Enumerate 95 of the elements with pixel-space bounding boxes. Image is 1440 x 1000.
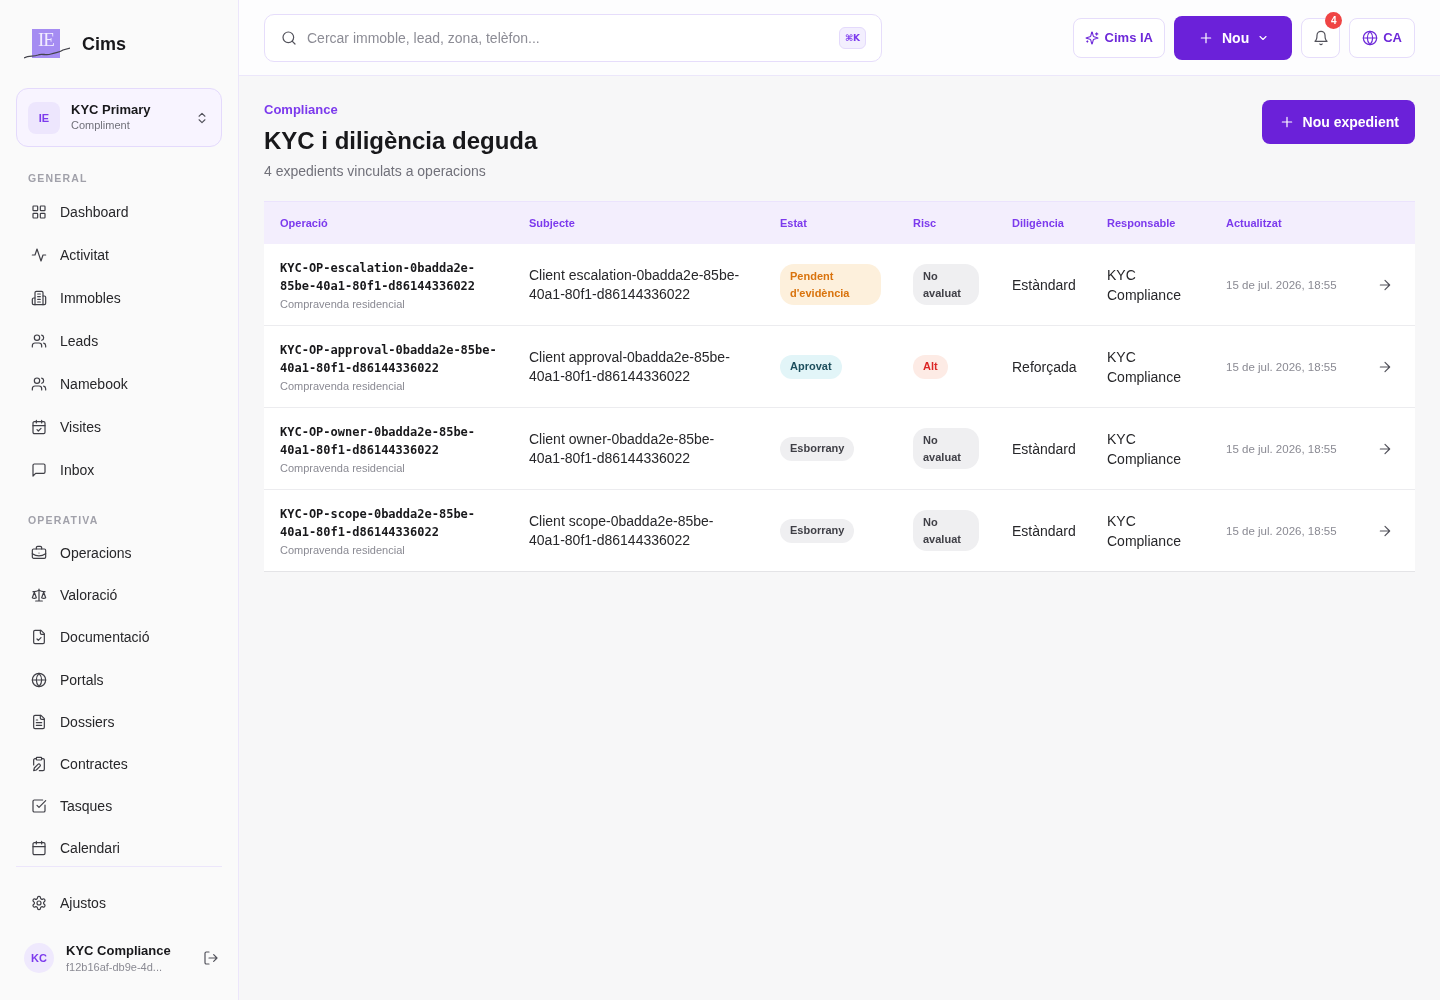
operation-type: Compravenda residencial (280, 462, 406, 474)
notification-count: 4 (1325, 11, 1343, 29)
pulse-icon (31, 246, 47, 263)
calendar-check-icon (31, 418, 47, 435)
new-case-button[interactable]: Nou expedient (1261, 100, 1415, 144)
nav-item[interactable]: Tasques (16, 785, 222, 828)
page-title: KYC i diligència deguda (264, 126, 538, 156)
calendar-icon (31, 840, 47, 857)
column-header: Responsable (1091, 201, 1210, 244)
nav-item[interactable]: Contractes (16, 742, 222, 786)
status-badge: Aprovat (780, 354, 842, 379)
table-cell: 15 de jul. 2026, 18:55 (1210, 407, 1360, 490)
chat-icon (31, 461, 47, 478)
risk-badge: No avaluat (913, 264, 979, 305)
globe-icon (31, 671, 47, 688)
table-cell: Estàndard (996, 407, 1091, 490)
check-square-icon (31, 798, 47, 815)
page-eyebrow: Compliance (264, 102, 339, 118)
workspace-avatar: IE (28, 101, 60, 134)
column-header: Operació (264, 201, 513, 244)
search-icon (281, 29, 297, 46)
nav-item[interactable]: Documentació (16, 616, 222, 659)
operation-type: Compravenda residencial (280, 298, 406, 310)
risk-badge: No avaluat (913, 428, 979, 469)
nav-item[interactable]: Visites (16, 405, 222, 448)
column-header: Estat (764, 201, 897, 244)
sparkles-icon (1084, 30, 1099, 45)
operation-code: KYC-OP-escalation-0badda2e-85be-40a1-80f1-d86144336022 (280, 260, 477, 295)
operation-type: Compravenda residencial (280, 380, 406, 392)
status-badge: Esborrany (780, 518, 855, 543)
table-cell: Reforçada (996, 325, 1091, 408)
new-button[interactable]: Nou (1174, 15, 1293, 60)
page-subtitle: 4 expedients vinculats a operacions (264, 162, 487, 180)
table-cell: Client escalation-0badda2e-85be-40a1-80f1-d86144336022 (513, 244, 764, 326)
risk-badge: No avaluat (913, 510, 979, 551)
building-icon (31, 289, 47, 306)
operation-code: KYC-OP-approval-0badda2e-85be-40a1-80f1-d86144336022 (280, 342, 498, 377)
logout-icon[interactable] (202, 949, 219, 966)
clipboard-pen-icon (31, 756, 47, 773)
nav-item[interactable]: Activitat (16, 233, 222, 276)
globe-icon (1362, 29, 1379, 46)
scale-icon (31, 587, 47, 604)
table-cell: KYC Compliance (1091, 325, 1210, 408)
section-label: OPERATIVA (27, 513, 100, 527)
user-name: KYC Compliance (66, 942, 171, 958)
users-icon (31, 375, 47, 392)
table-cell: KYC Compliance (1091, 244, 1210, 326)
nav-item[interactable]: Dashboard (16, 190, 222, 233)
nav-item[interactable]: Leads (16, 319, 222, 362)
nav-item[interactable]: Immobles (16, 276, 222, 319)
grid-icon (31, 203, 47, 220)
nav-item[interactable]: Dossiers (16, 700, 222, 743)
risk-badge: Alt (913, 354, 948, 379)
table-cell: Estàndard (996, 244, 1091, 326)
nav-item[interactable]: Calendari (16, 827, 222, 870)
workspace-switcher[interactable]: IE KYC Primary Compliment (16, 88, 222, 147)
table-cell: 15 de jul. 2026, 18:55 (1210, 325, 1360, 408)
file-check-icon (31, 629, 47, 646)
table-cell: Client scope-0badda2e-85be-40a1-80f1-d86144336022 (513, 489, 764, 572)
user-avatar: KC (24, 942, 54, 973)
column-header: Subjecte (513, 201, 764, 244)
document-icon (31, 713, 47, 730)
nav-item[interactable]: Namebook (16, 362, 222, 405)
table-cell: 15 de jul. 2026, 18:55 (1210, 244, 1360, 326)
nav-item[interactable]: Valoració (16, 574, 222, 617)
column-header: Actualitzat (1210, 201, 1360, 244)
brand-logo: IE (24, 29, 70, 59)
brand-name: Cims (82, 33, 126, 55)
briefcase-icon (31, 545, 47, 562)
column-header: Risc (897, 201, 996, 244)
section-label: GENERAL (27, 171, 89, 185)
nav-item[interactable]: Inbox (16, 448, 222, 491)
workspace-subtitle: Compliment (71, 119, 131, 131)
operation-code: KYC-OP-scope-0badda2e-85be-40a1-80f1-d86144336022 (280, 506, 477, 541)
table-cell: Client approval-0badda2e-85be-40a1-80f1-d86144336022 (513, 325, 764, 408)
workspace-name: KYC Primary (71, 102, 152, 117)
column-header: Diligència (996, 201, 1091, 244)
user-id: f12b16af-db9e-4d... (66, 960, 164, 973)
ai-button[interactable]: Cims IA (1072, 17, 1165, 58)
table-cell: Client owner-0badda2e-85be-40a1-80f1-d86144336022 (513, 407, 764, 490)
operation-type: Compravenda residencial (280, 544, 406, 556)
bell-icon (1312, 29, 1329, 46)
nav-item[interactable]: Operacions (16, 532, 222, 575)
table-cell: KYC Compliance (1091, 489, 1210, 572)
operation-code: KYC-OP-owner-0badda2e-85be-40a1-80f1-d86144336022 (280, 424, 477, 459)
users-icon (31, 332, 47, 349)
language-button[interactable]: CA (1349, 17, 1415, 58)
status-badge: Pendent d'evidència (780, 264, 881, 305)
table-cell: 15 de jul. 2026, 18:55 (1210, 489, 1360, 572)
table-cell: Estàndard (996, 489, 1091, 572)
nav-item[interactable]: Ajustos (16, 881, 222, 925)
table-cell: KYC Compliance (1091, 407, 1210, 490)
settings-icon (31, 895, 47, 911)
status-badge: Esborrany (780, 436, 855, 461)
nav-item[interactable]: Portals (16, 658, 222, 701)
